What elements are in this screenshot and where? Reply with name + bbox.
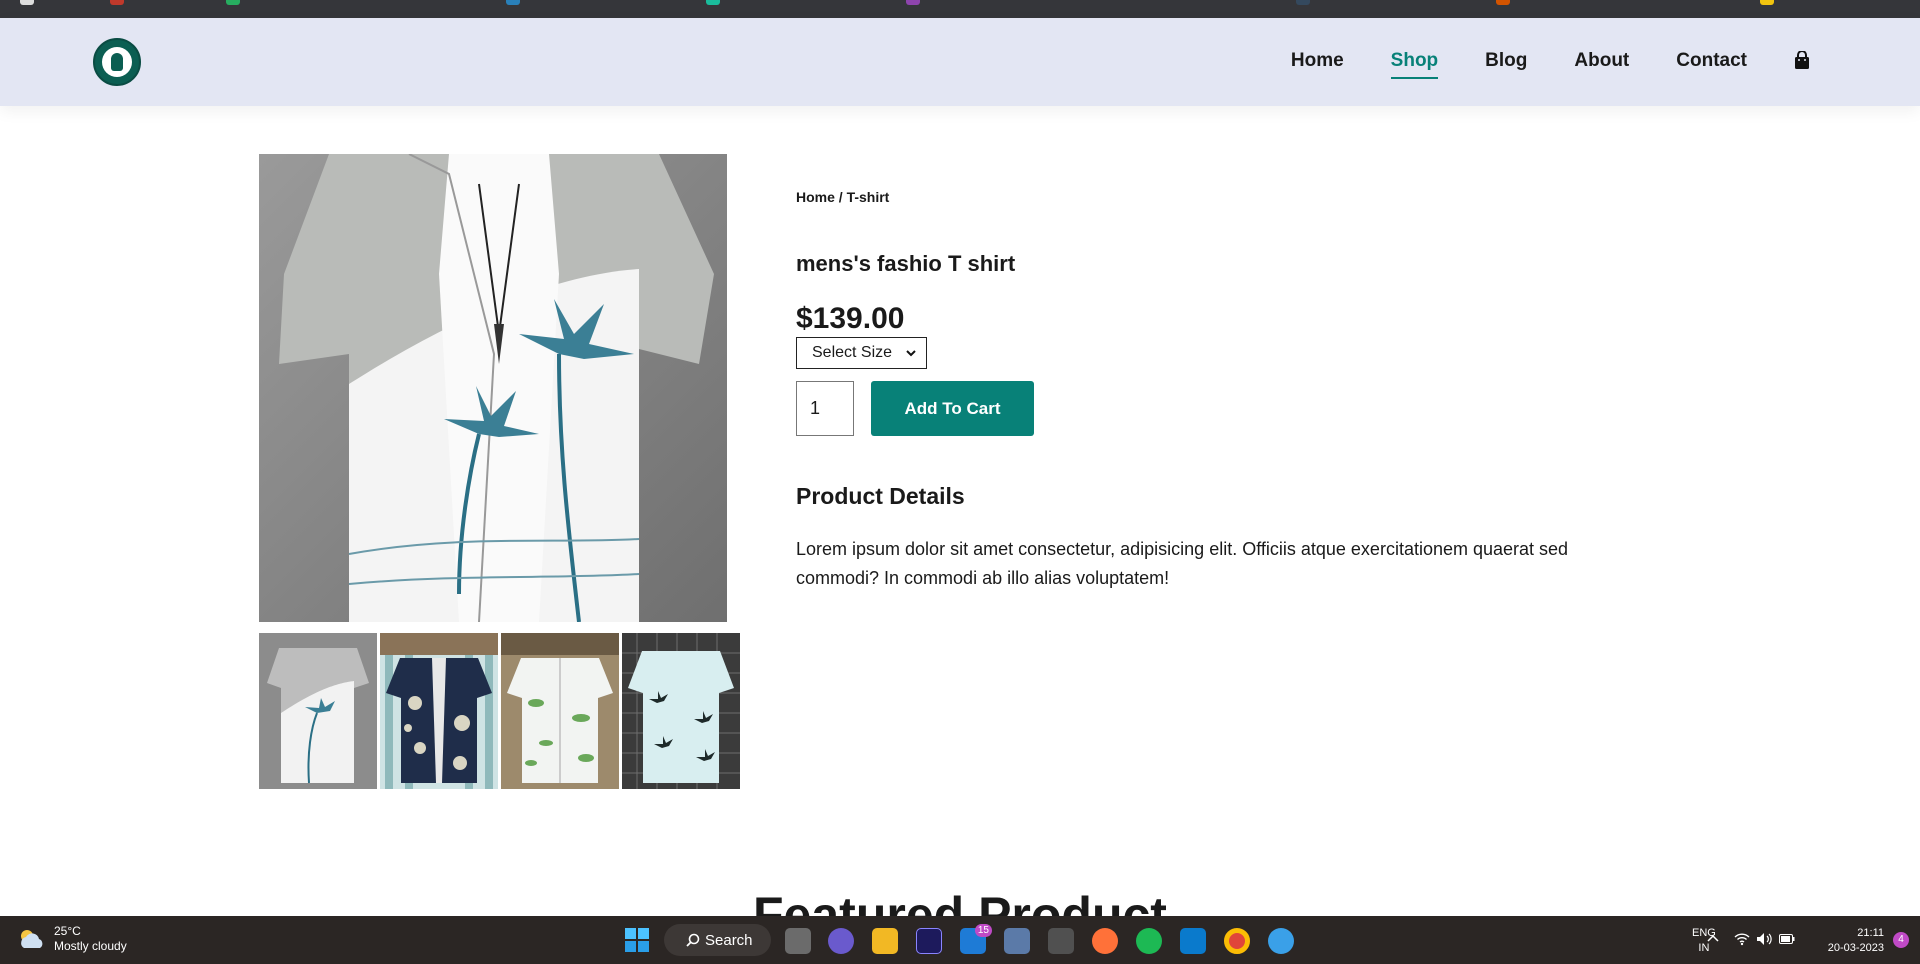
quantity-input[interactable]: 1 — [796, 381, 854, 436]
nav-contact[interactable]: Contact — [1676, 49, 1747, 75]
weather-desc: Mostly cloudy — [54, 939, 127, 953]
app-icon[interactable] — [1048, 928, 1074, 954]
wifi-icon[interactable] — [1734, 932, 1750, 946]
windows-start-icon[interactable] — [625, 928, 649, 952]
tab-favicon[interactable] — [1496, 0, 1510, 5]
thumbnail-3[interactable] — [501, 633, 619, 789]
product-details-heading: Product Details — [796, 483, 965, 509]
breadcrumb: Home / T-shirt — [796, 189, 890, 205]
app-lightbulb-icon[interactable] — [1268, 928, 1294, 954]
size-select[interactable]: Select Size — [796, 337, 927, 369]
thumbnail-4[interactable] — [622, 633, 740, 789]
chrome-icon[interactable] — [1224, 928, 1250, 954]
nav-home[interactable]: Home — [1291, 49, 1344, 75]
control-panel-icon[interactable] — [1004, 928, 1030, 954]
tab-favicon[interactable] — [906, 0, 920, 5]
lang-code: ENG — [1692, 927, 1716, 939]
tab-favicon[interactable] — [706, 0, 720, 5]
thumbnail-2[interactable] — [380, 633, 498, 789]
mail-badge: 15 — [974, 924, 992, 937]
file-explorer-icon[interactable] — [872, 928, 898, 954]
taskbar-search[interactable]: Search — [664, 924, 771, 956]
tab-favicon[interactable] — [226, 0, 240, 5]
browser-tab-strip — [0, 0, 1920, 18]
mail-icon[interactable]: 15 — [960, 924, 992, 954]
weather-temp: 25°C — [54, 924, 81, 938]
vscode-icon[interactable] — [1180, 928, 1206, 954]
taskbar: 25°C Mostly cloudy Search 15 ENG IN 21:1… — [0, 916, 1920, 964]
search-label: Search — [705, 931, 753, 949]
site-header: Home Shop Blog About Contact — [0, 18, 1920, 106]
weather-widget[interactable]: 25°C Mostly cloudy — [18, 924, 127, 954]
taskbar-clock[interactable]: 21:11 20-03-2023 — [1812, 926, 1884, 956]
size-select-value: Select Size — [812, 344, 893, 361]
search-icon — [686, 933, 700, 947]
tab-favicon[interactable] — [506, 0, 520, 5]
product-price: $139.00 — [796, 302, 905, 335]
tab-favicon[interactable] — [110, 0, 124, 5]
shopping-bag-icon[interactable] — [1794, 51, 1810, 69]
nav-about[interactable]: About — [1574, 49, 1629, 75]
product-thumbnails — [259, 633, 740, 789]
clock-time: 21:11 — [1857, 927, 1884, 939]
tab-favicon[interactable] — [1760, 0, 1774, 5]
teams-chat-icon[interactable] — [828, 928, 854, 954]
lang-region: IN — [1698, 942, 1710, 954]
product-main-image — [259, 154, 727, 622]
nav-shop[interactable]: Shop — [1390, 49, 1438, 79]
main-nav: Home Shop Blog About Contact — [1244, 18, 1810, 106]
volume-icon[interactable] — [1756, 932, 1772, 946]
chevron-down-icon — [906, 350, 916, 357]
audition-icon[interactable] — [916, 928, 942, 954]
add-to-cart-button[interactable]: Add To Cart — [871, 381, 1034, 436]
tab-favicon[interactable] — [1296, 0, 1310, 5]
nav-blog[interactable]: Blog — [1485, 49, 1527, 75]
tab-favicon[interactable] — [20, 0, 34, 5]
language-indicator[interactable]: ENG IN — [1692, 926, 1716, 956]
spotify-icon[interactable] — [1136, 928, 1162, 954]
product-details-text: Lorem ipsum dolor sit amet consectetur, … — [796, 539, 1569, 588]
cloudy-weather-icon — [21, 930, 43, 948]
task-view-icon[interactable] — [785, 928, 811, 954]
clock-date: 20-03-2023 — [1827, 942, 1884, 954]
notification-badge[interactable]: 4 — [1893, 932, 1909, 948]
starbucks-logo[interactable] — [93, 38, 141, 86]
firefox-icon[interactable] — [1092, 928, 1118, 954]
product-title: mens's fashio T shirt — [796, 251, 1016, 276]
thumbnail-1[interactable] — [259, 633, 377, 789]
battery-icon[interactable] — [1779, 934, 1795, 944]
